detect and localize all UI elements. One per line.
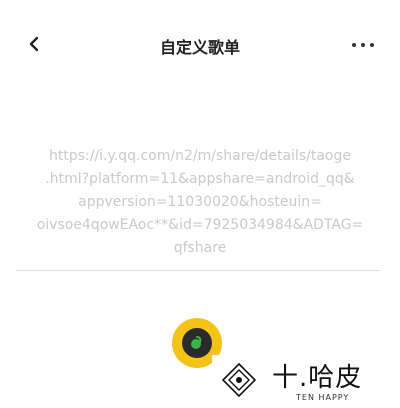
playlist-url-input[interactable]: https://i.y.qq.com/n2/m/share/details/ta…	[14, 145, 386, 260]
watermark-text: 十.哈皮	[272, 363, 363, 393]
input-underline	[16, 270, 380, 271]
more-dot	[361, 43, 365, 47]
watermark-logo-icon	[222, 363, 256, 397]
url-line: qfshare	[173, 240, 227, 256]
more-dot	[352, 43, 356, 47]
url-line: oivsoe4qowEAoc**&id=7925034984&ADTAG=	[36, 217, 364, 233]
watermark: 十.哈皮 TEN HAPPY	[212, 355, 400, 408]
import-icon-circle	[182, 328, 212, 358]
page-title: 自定义歌单	[159, 38, 240, 57]
watermark-subtext: TEN HAPPY	[296, 393, 350, 402]
url-line: .html?platform=11&appshare=android_qq&	[45, 171, 355, 187]
more-options-button[interactable]	[346, 36, 380, 54]
url-line: https://i.y.qq.com/n2/m/share/details/ta…	[49, 148, 351, 164]
music-note-icon	[191, 336, 202, 349]
url-line: appversion=11030020&hosteuin=	[78, 194, 322, 210]
top-bar: 自定义歌单	[0, 0, 400, 92]
more-dot	[370, 43, 374, 47]
